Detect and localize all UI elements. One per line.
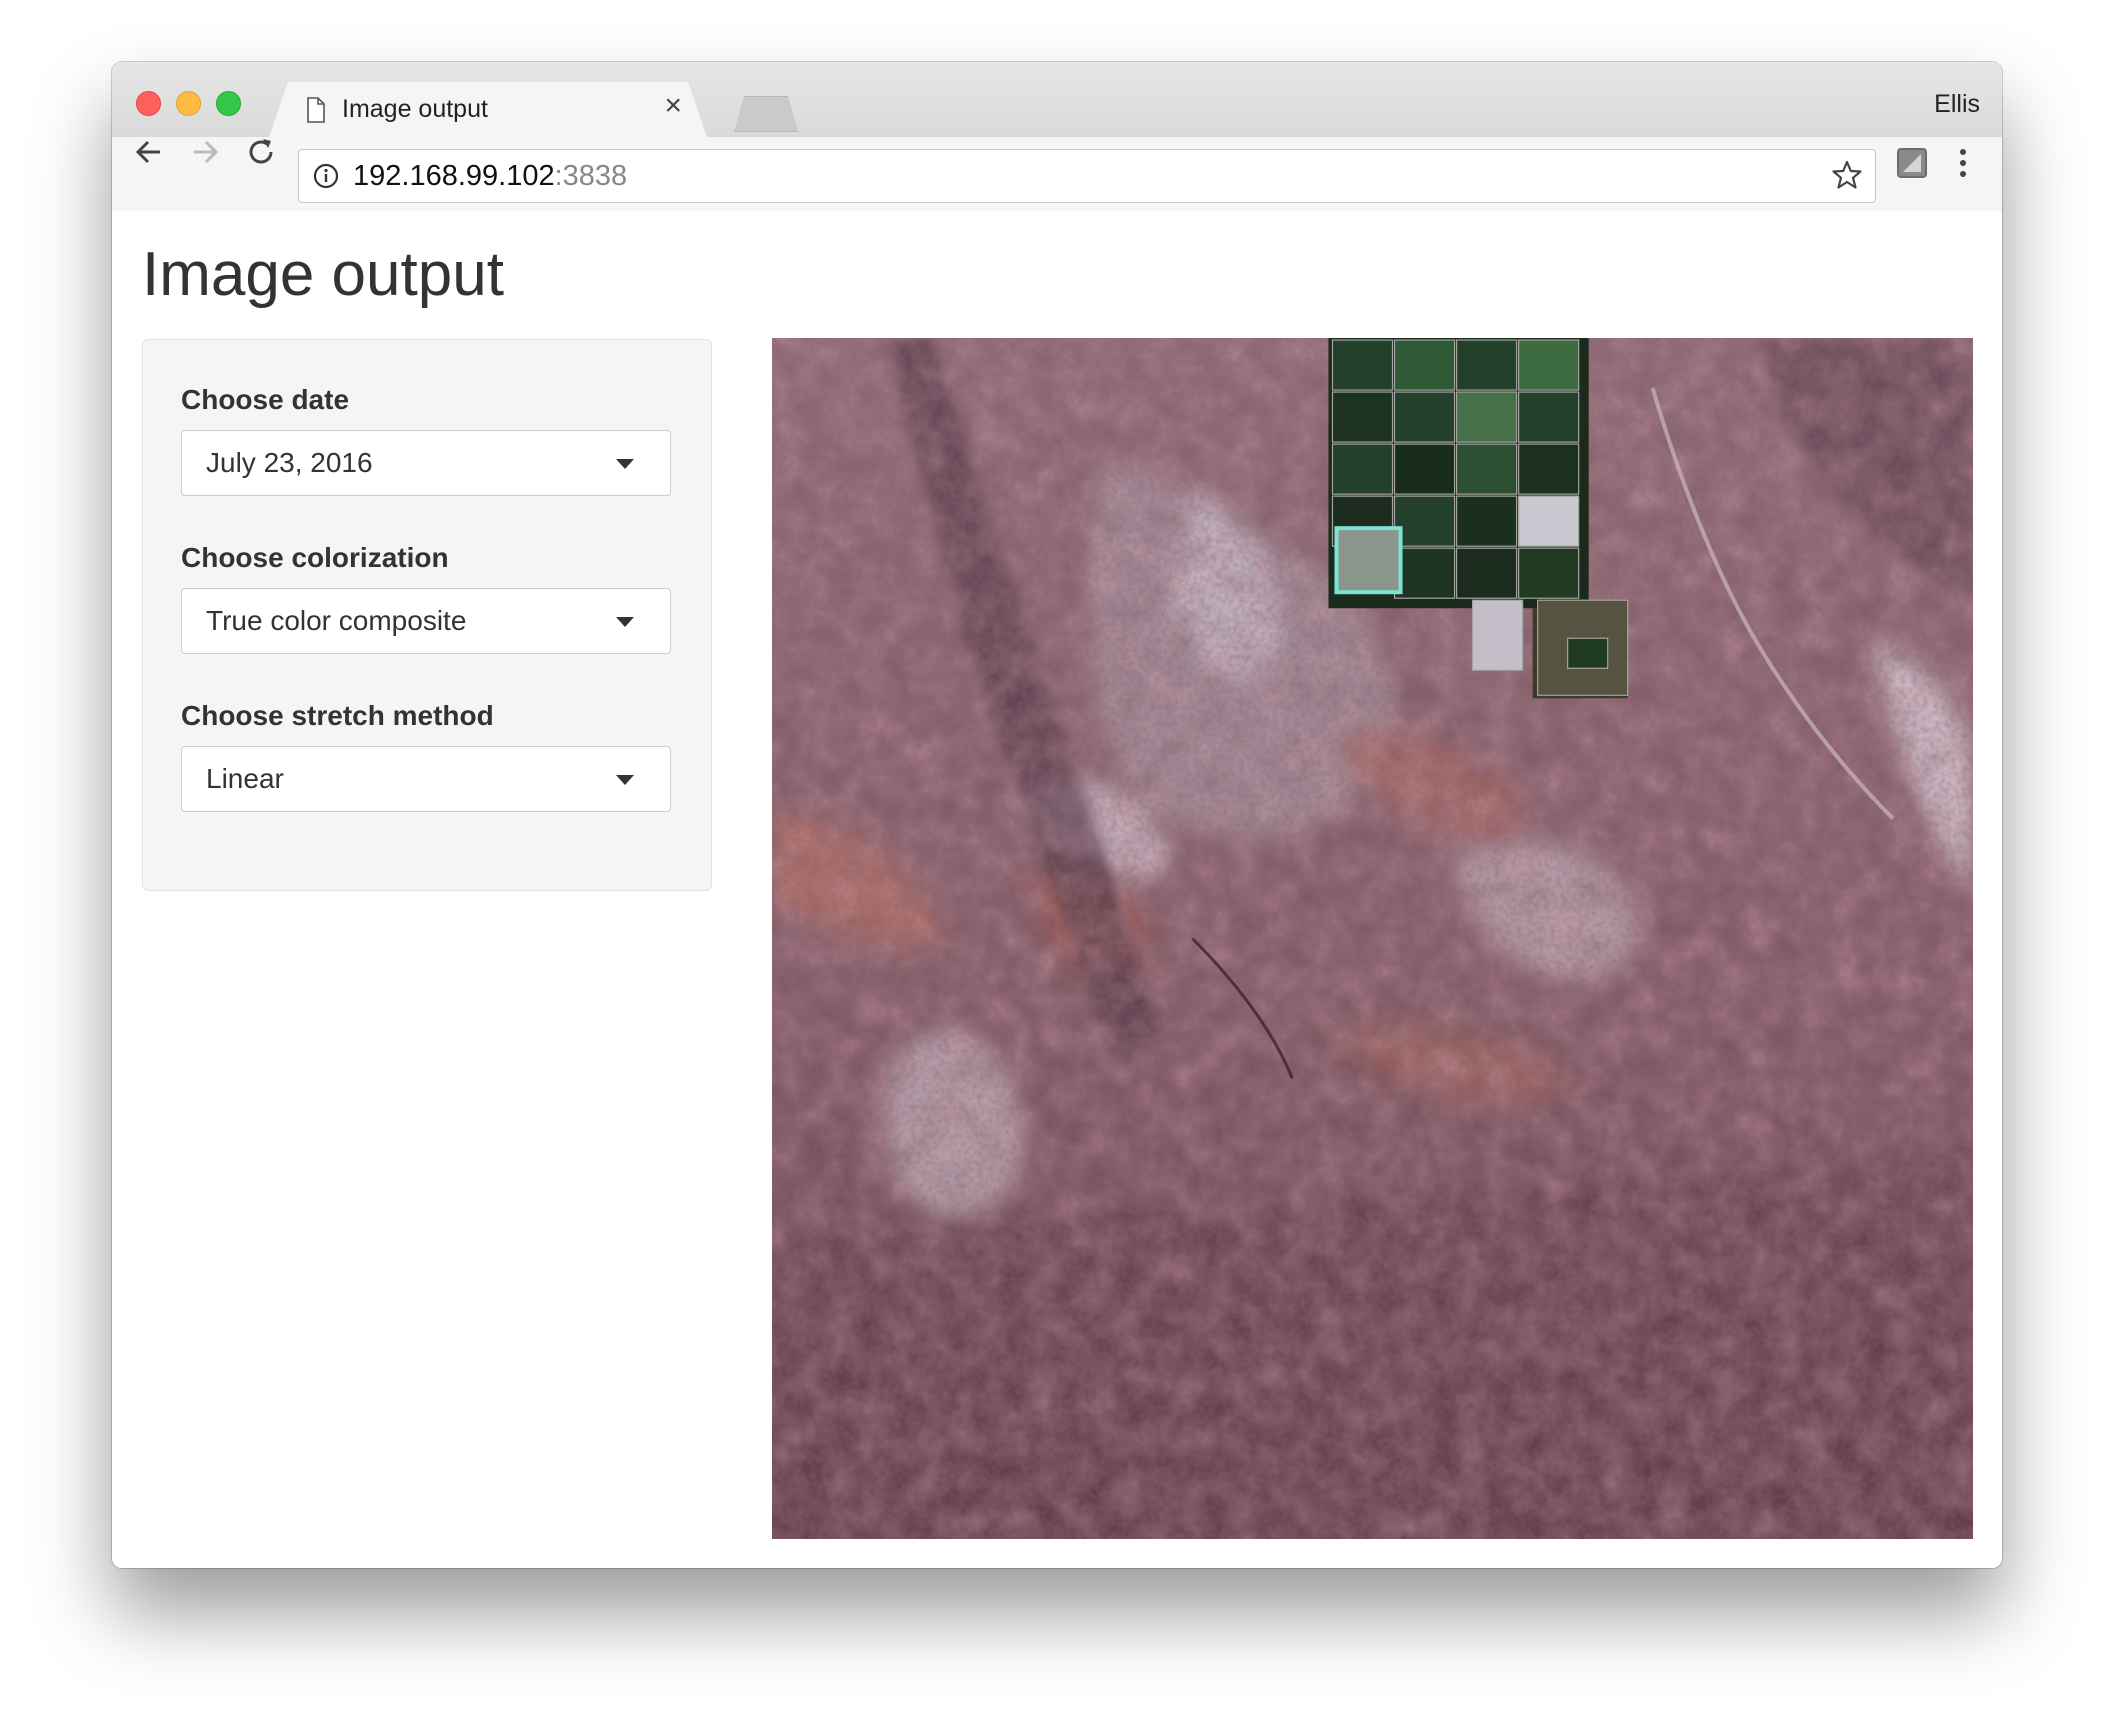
menu-icon[interactable] xyxy=(1958,147,1968,179)
colorization-select[interactable]: True color composite xyxy=(181,588,671,654)
extension-icon[interactable] xyxy=(1896,147,1928,179)
star-icon[interactable] xyxy=(1831,159,1863,191)
profile-name[interactable]: Ellis xyxy=(1934,90,1980,119)
tab-title: Image output xyxy=(342,95,488,123)
stretch-select[interactable]: Linear xyxy=(181,746,671,812)
url-text[interactable]: 192.168.99.102:3838 xyxy=(353,160,627,193)
tab-image-output[interactable]: Image output × xyxy=(268,82,708,140)
satellite-image xyxy=(772,338,1973,1539)
maximize-window-button[interactable] xyxy=(216,91,241,116)
stretch-label: Choose stretch method xyxy=(181,700,494,731)
close-window-button[interactable] xyxy=(136,91,161,116)
date-select[interactable]: July 23, 2016 xyxy=(181,430,671,496)
minimize-window-button[interactable] xyxy=(176,91,201,116)
browser-window: Image output × Ellis 192.168.99.102:3838 xyxy=(112,62,2002,1568)
page-title: Image output xyxy=(142,240,504,309)
address-bar[interactable]: 192.168.99.102:3838 xyxy=(298,149,1876,203)
sidebar-panel: Choose date July 23, 2016 Choose coloriz… xyxy=(142,339,712,891)
colorization-label: Choose colorization xyxy=(181,542,449,573)
tab-strip: Image output × Ellis xyxy=(112,62,2002,140)
back-icon[interactable] xyxy=(132,135,166,169)
info-icon[interactable] xyxy=(313,163,339,189)
new-tab-button[interactable] xyxy=(734,96,798,132)
close-icon[interactable]: × xyxy=(664,91,682,121)
date-label: Choose date xyxy=(181,384,350,415)
chevron-down-icon xyxy=(616,617,634,627)
colorization-select-value: True color composite xyxy=(206,605,467,636)
forward-icon[interactable] xyxy=(188,135,222,169)
date-select-value: July 23, 2016 xyxy=(206,447,373,478)
reload-icon[interactable] xyxy=(244,135,278,169)
page-icon xyxy=(307,97,325,123)
chevron-down-icon xyxy=(616,775,634,785)
stretch-select-value: Linear xyxy=(206,763,284,794)
page-content: Image output Choose date July 23, 2016 C… xyxy=(112,211,2002,1568)
chevron-down-icon xyxy=(616,459,634,469)
